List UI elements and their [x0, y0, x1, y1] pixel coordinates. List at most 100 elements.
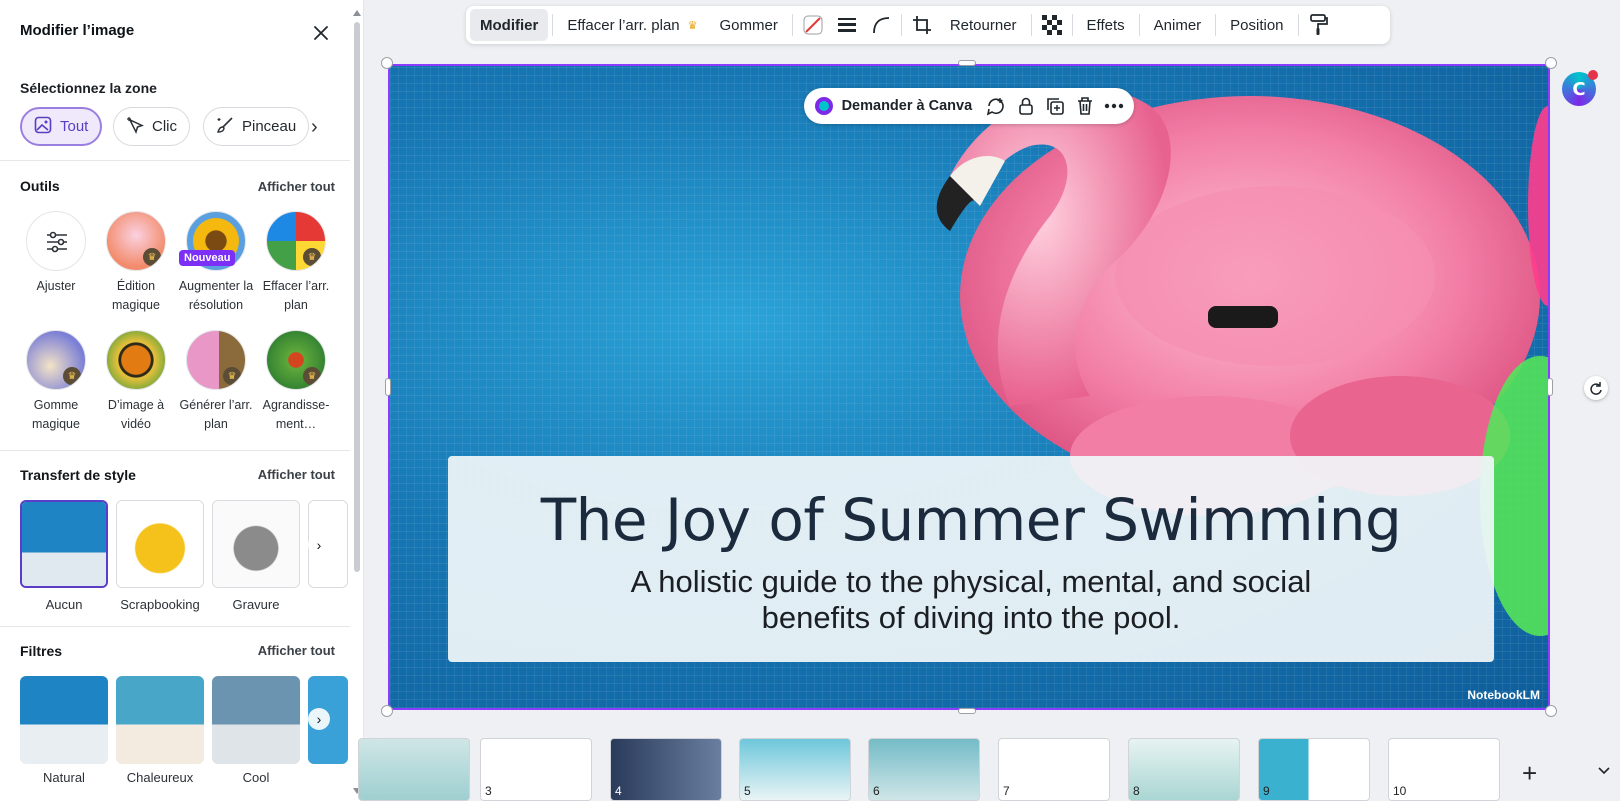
scroll-thumb[interactable] — [354, 22, 360, 572]
separator — [1071, 14, 1073, 36]
filter-warm-card[interactable] — [116, 676, 204, 764]
tool-image-to-video[interactable]: D’image à vidéo — [96, 330, 176, 434]
zone-brush-label: Pinceau — [242, 118, 297, 135]
resize-handle[interactable] — [381, 57, 393, 69]
page-thumbnail[interactable]: 9 — [1258, 738, 1370, 801]
page-thumbnail[interactable]: 3 — [480, 738, 592, 801]
style-scrapbook-card[interactable] — [116, 500, 204, 588]
tool-adjust[interactable]: Ajuster — [16, 211, 96, 296]
page-thumbnail[interactable]: 5 — [739, 738, 851, 801]
page-number: 8 — [1133, 784, 1140, 798]
corner-rounding-icon[interactable] — [865, 9, 897, 41]
tool-expand[interactable]: ♛ Agrandisse­ment… — [256, 330, 336, 434]
separator — [1030, 14, 1032, 36]
style-none-card[interactable] — [20, 500, 108, 588]
ask-canva-button[interactable]: Demander à Canva — [842, 98, 973, 114]
tools-see-all-link[interactable]: Afficher tout — [258, 179, 335, 194]
resize-handle[interactable] — [958, 708, 976, 714]
remove-bg-label: Effacer l’arr. plan — [567, 16, 680, 34]
border-weight-icon[interactable] — [831, 9, 863, 41]
tool-magic-eraser[interactable]: ♛ Gomme magique — [16, 330, 96, 434]
erase-button[interactable]: Gommer — [710, 9, 788, 41]
canva-assistant-icon[interactable]: C — [1562, 70, 1598, 106]
engraved-duck-icon — [213, 501, 299, 587]
resize-handle[interactable] — [381, 705, 393, 717]
duplicate-icon[interactable] — [1043, 93, 1067, 119]
tool-label: Ajuster — [36, 279, 76, 293]
style-see-all-link[interactable]: Afficher tout — [258, 467, 335, 482]
zone-brush-button[interactable]: Pinceau — [203, 107, 310, 146]
tool-label: Effacer l’arr. plan — [262, 279, 330, 312]
filter-label: Cool — [242, 770, 270, 785]
animate-button[interactable]: Animer — [1144, 9, 1212, 41]
effects-button[interactable]: Effets — [1077, 9, 1135, 41]
page-thumbnail[interactable]: 8 — [1128, 738, 1240, 801]
divider — [0, 626, 350, 627]
tool-label: Agrandisse­ment… — [262, 398, 330, 431]
slide-title[interactable]: The Joy of Summer Swimming — [448, 486, 1494, 554]
chevron-right-icon[interactable]: › — [308, 534, 330, 556]
tool-magic-edit[interactable]: ♛ Édition magique — [96, 211, 176, 315]
remove-bg-button[interactable]: Effacer l’arr. plan ♛ — [557, 9, 707, 41]
trash-icon[interactable] — [1073, 93, 1097, 119]
image-icon — [34, 116, 52, 138]
transparency-icon[interactable] — [1036, 9, 1068, 41]
chevron-down-icon[interactable] — [1598, 762, 1610, 780]
page-thumbnail[interactable]: 10 — [1388, 738, 1500, 801]
rotate-icon[interactable] — [1584, 376, 1608, 400]
separator — [791, 14, 793, 36]
slide-subtitle[interactable]: A holistic guide to the physical, mental… — [448, 564, 1494, 636]
scroll-up-arrow[interactable] — [353, 10, 361, 16]
close-icon[interactable] — [308, 20, 334, 46]
separator — [552, 14, 554, 36]
border-color-icon[interactable] — [797, 9, 829, 41]
tools-title: Outils — [20, 178, 60, 194]
zone-label: Sélectionnez la zone — [20, 80, 157, 96]
separator — [1297, 14, 1299, 36]
resize-handle[interactable] — [958, 60, 976, 66]
resize-handle[interactable] — [1547, 378, 1553, 396]
chevron-right-icon[interactable]: › — [311, 116, 318, 139]
sliders-icon — [26, 211, 86, 271]
tool-label: Édition magique — [112, 279, 160, 312]
flip-button[interactable]: Retourner — [940, 9, 1027, 41]
premium-crown-icon: ♛ — [143, 248, 161, 266]
paint-roller-icon[interactable] — [1303, 9, 1335, 41]
sparkle-cursor-icon — [126, 116, 145, 138]
notification-dot — [1588, 70, 1598, 80]
canva-ai-icon[interactable] — [812, 93, 836, 119]
resize-handle[interactable] — [385, 378, 391, 396]
edit-button[interactable]: Modifier — [470, 9, 549, 41]
filter-cool-card[interactable] — [212, 676, 300, 764]
filter-label: Natural — [43, 770, 85, 785]
filter-natural-card[interactable] — [20, 676, 108, 764]
panel-scrollbar[interactable] — [352, 10, 361, 794]
tool-remove-bg[interactable]: ♛ Effacer l’arr. plan — [256, 211, 336, 315]
divider — [0, 450, 350, 451]
page-thumbnail[interactable]: 7 — [998, 738, 1110, 801]
resize-handle[interactable] — [1545, 57, 1557, 69]
more-options-icon[interactable] — [1102, 93, 1126, 119]
premium-crown-icon: ♛ — [303, 367, 321, 385]
ask-canva-bar: Demander à Canva — [804, 88, 1134, 124]
crop-icon[interactable] — [906, 9, 938, 41]
page-number: 10 — [1393, 784, 1407, 798]
duck-icon — [117, 501, 203, 587]
zone-click-button[interactable]: Clic — [113, 107, 190, 146]
page-thumbnail[interactable]: 6 — [868, 738, 980, 801]
filters-see-all-link[interactable]: Afficher tout — [258, 643, 335, 658]
lock-icon[interactable] — [1014, 93, 1038, 119]
filters-title: Filtres — [20, 643, 63, 659]
position-button[interactable]: Position — [1220, 9, 1293, 41]
premium-crown-icon: ♛ — [303, 248, 321, 266]
zone-all-button[interactable]: Tout — [20, 107, 103, 146]
page-thumbnail[interactable]: 4 — [610, 738, 722, 801]
tool-generate-bg[interactable]: ♛ Générer l’arr. plan — [176, 330, 256, 434]
page-thumbnail[interactable] — [358, 738, 470, 801]
comment-add-icon[interactable] — [984, 93, 1008, 119]
resize-handle[interactable] — [1545, 705, 1557, 717]
style-engraving-card[interactable] — [212, 500, 300, 588]
chevron-right-icon[interactable]: › — [308, 708, 330, 730]
add-page-icon[interactable]: + — [1522, 758, 1537, 789]
slide-canvas[interactable]: The Joy of Summer Swimming A holistic gu… — [388, 64, 1550, 710]
